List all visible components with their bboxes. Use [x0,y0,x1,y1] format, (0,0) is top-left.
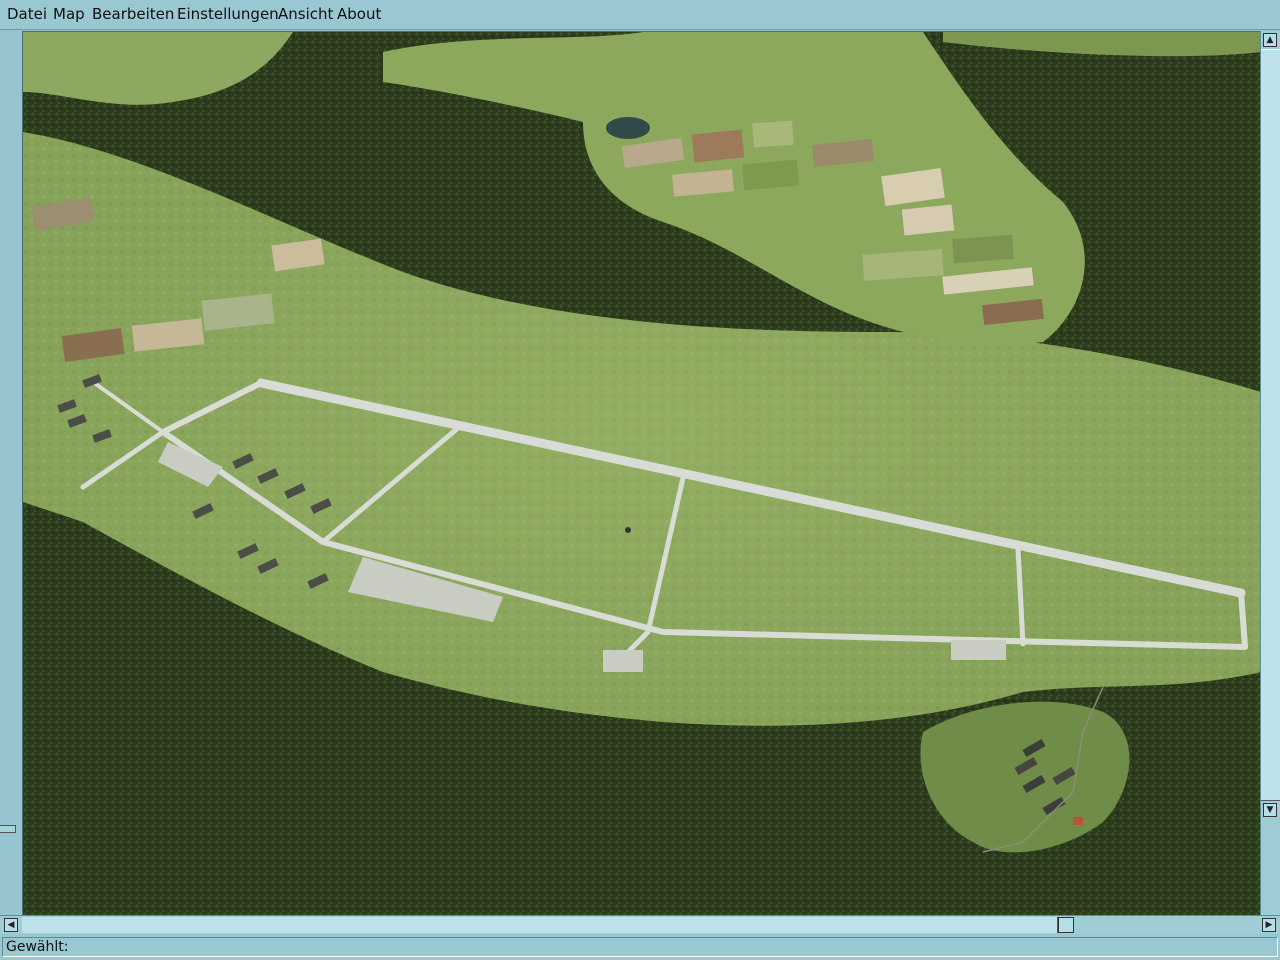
menu-about[interactable]: About [337,5,381,23]
vertical-scroll-thumb[interactable] [1261,49,1280,801]
vertical-scrollbar[interactable]: ▲ ▼ [1260,31,1280,915]
horizontal-scroll-thumb[interactable] [22,917,1058,933]
windsock-marker [625,527,631,533]
scroll-down-icon[interactable]: ▼ [1263,803,1277,817]
scroll-left-icon[interactable]: ◀ [4,918,18,932]
terrain-view [23,32,1260,915]
menu-ansicht[interactable]: Ansicht [278,5,333,23]
menu-bearbeiten[interactable]: Bearbeiten [92,5,174,23]
horizontal-scroll-handle[interactable] [1058,917,1074,933]
horizontal-scrollbar[interactable]: ◀ ▶ [0,915,1280,934]
status-selected-label: Gewählt: [2,937,1278,957]
apron-south [603,650,643,672]
apron-east [951,640,1006,660]
scroll-right-icon[interactable]: ▶ [1262,918,1276,932]
menu-einstellungen[interactable]: Einstellungen [177,5,279,23]
splitter-handle[interactable] [0,825,16,833]
map-viewport[interactable] [22,31,1260,915]
menu-bar: Datei Map Bearbeiten Einstellungen Ansic… [0,0,1280,30]
pond [606,117,650,139]
scroll-up-icon[interactable]: ▲ [1263,33,1277,47]
left-gutter [0,31,22,916]
status-bar: Gewählt: [0,934,1280,960]
menu-datei[interactable]: Datei [7,5,47,23]
menu-map[interactable]: Map [53,5,85,23]
